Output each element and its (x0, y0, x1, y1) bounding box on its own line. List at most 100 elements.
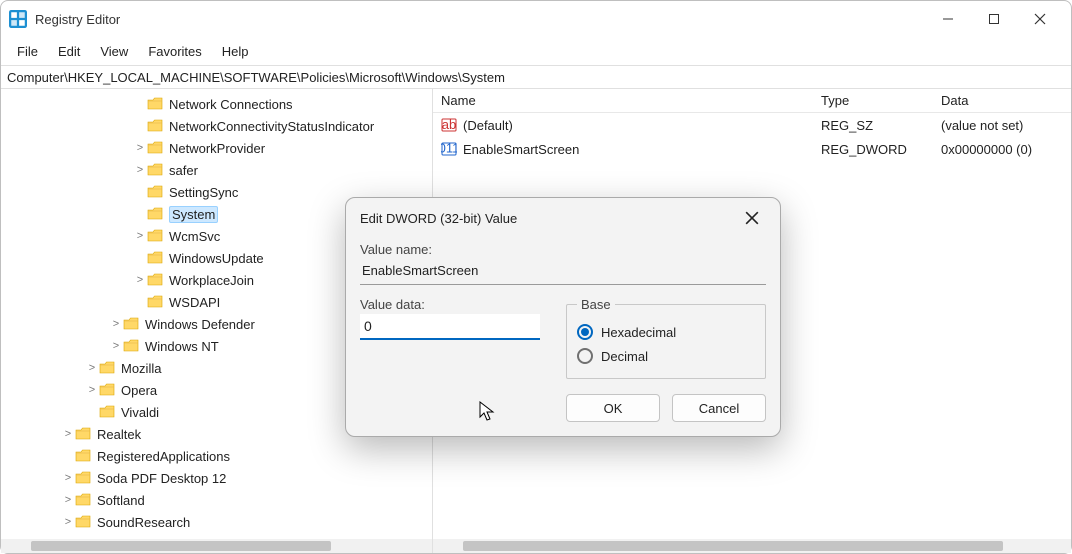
tree-item-label: Mozilla (121, 361, 161, 376)
folder-icon (147, 207, 163, 221)
value-row[interactable]: 011 EnableSmartScreen REG_DWORD0x00000000 … (433, 137, 1071, 161)
value-name-field[interactable]: EnableSmartScreen (360, 259, 766, 285)
tree-item-label: SoundResearch (97, 515, 190, 530)
chevron-right-icon[interactable]: > (61, 472, 75, 484)
chevron-right-icon[interactable]: > (109, 318, 123, 330)
tree-item-label: Realtek (97, 427, 141, 442)
minimize-button[interactable] (925, 5, 971, 33)
chevron-right-icon[interactable]: > (133, 230, 147, 242)
tree-item-label: Network Connections (169, 97, 293, 112)
scrollbar-thumb[interactable] (463, 541, 1003, 551)
folder-icon (147, 163, 163, 177)
folder-icon (75, 515, 91, 529)
folder-icon (147, 119, 163, 133)
column-name[interactable]: Name (433, 89, 813, 112)
chevron-right-icon[interactable]: > (61, 428, 75, 440)
folder-icon (147, 251, 163, 265)
value-name: EnableSmartScreen (463, 142, 579, 157)
column-data[interactable]: Data (933, 89, 1071, 112)
tree-item[interactable]: >Soda PDF Desktop 12 (1, 467, 432, 489)
folder-icon (147, 185, 163, 199)
svg-text:011: 011 (441, 141, 457, 156)
tree-item-label: Windows Defender (145, 317, 255, 332)
registry-editor-window: Registry Editor File Edit View Favorites… (0, 0, 1072, 554)
tree-item[interactable]: > SoundResearch (1, 511, 432, 533)
value-name-cell: 011 EnableSmartScreen (433, 141, 813, 157)
value-type: REG_SZ (813, 118, 933, 133)
tree-item-label: WorkplaceJoin (169, 273, 254, 288)
radio-hex-label: Hexadecimal (601, 325, 676, 340)
folder-icon (75, 493, 91, 507)
chevron-right-icon[interactable]: > (133, 164, 147, 176)
scrollbar-thumb[interactable] (31, 541, 331, 551)
chevron-right-icon[interactable]: > (133, 274, 147, 286)
tree-item[interactable]: RegisteredApplications (1, 445, 432, 467)
dialog-close-button[interactable] (738, 204, 766, 232)
column-type[interactable]: Type (813, 89, 933, 112)
tree-item-label: System (169, 206, 218, 223)
tree-item-label: Vivaldi (121, 405, 159, 420)
folder-icon (147, 273, 163, 287)
tree-item-label: safer (169, 163, 198, 178)
menubar: File Edit View Favorites Help (1, 37, 1071, 65)
radio-icon (577, 348, 593, 364)
folder-icon (123, 339, 139, 353)
menu-file[interactable]: File (7, 40, 48, 63)
folder-icon (99, 361, 115, 375)
tree-item-label: SettingSync (169, 185, 238, 200)
chevron-right-icon[interactable]: > (61, 494, 75, 506)
tree-item[interactable]: NetworkConnectivityStatusIndicator (1, 115, 432, 137)
value-row[interactable]: ab (Default) REG_SZ(value not set) (433, 113, 1071, 137)
menu-favorites[interactable]: Favorites (138, 40, 211, 63)
value-name-cell: ab (Default) (433, 117, 813, 133)
menu-edit[interactable]: Edit (48, 40, 90, 63)
value-type: REG_DWORD (813, 142, 933, 157)
folder-icon (147, 141, 163, 155)
cancel-button[interactable]: Cancel (672, 394, 766, 422)
maximize-button[interactable] (971, 5, 1017, 33)
menu-view[interactable]: View (90, 40, 138, 63)
address-bar[interactable]: Computer\HKEY_LOCAL_MACHINE\SOFTWARE\Pol… (1, 65, 1071, 89)
tree-item-label: Opera (121, 383, 157, 398)
base-group: Base Hexadecimal Decimal (566, 297, 766, 379)
chevron-right-icon[interactable]: > (85, 362, 99, 374)
reg-dword-icon: 011 (441, 141, 457, 157)
edit-dword-dialog: Edit DWORD (32-bit) Value Value name: En… (345, 197, 781, 437)
chevron-right-icon[interactable]: > (133, 142, 147, 154)
radio-decimal[interactable]: Decimal (577, 344, 755, 368)
folder-icon (123, 317, 139, 331)
tree-item-label: Windows NT (145, 339, 219, 354)
svg-text:ab: ab (442, 117, 456, 132)
tree-item-label: WSDAPI (169, 295, 220, 310)
folder-icon (147, 97, 163, 111)
tree-horizontal-scrollbar[interactable] (1, 539, 432, 553)
chevron-right-icon[interactable]: > (85, 384, 99, 396)
dialog-body: Value name: EnableSmartScreen Value data… (346, 238, 780, 384)
ok-button[interactable]: OK (566, 394, 660, 422)
tree-item-label: WindowsUpdate (169, 251, 264, 266)
value-data-label: Value data: (360, 297, 542, 312)
tree-item-label: RegisteredApplications (97, 449, 230, 464)
chevron-right-icon[interactable]: > (109, 340, 123, 352)
close-button[interactable] (1017, 5, 1063, 33)
value-name: (Default) (463, 118, 513, 133)
folder-icon (99, 383, 115, 397)
folder-icon (147, 295, 163, 309)
tree-item[interactable]: Network Connections (1, 93, 432, 115)
radio-icon (577, 324, 593, 340)
folder-icon (75, 471, 91, 485)
folder-icon (75, 427, 91, 441)
values-horizontal-scrollbar[interactable] (433, 539, 1071, 553)
menu-help[interactable]: Help (212, 40, 259, 63)
address-text: Computer\HKEY_LOCAL_MACHINE\SOFTWARE\Pol… (7, 70, 505, 85)
tree-item[interactable]: >Softland (1, 489, 432, 511)
chevron-right-icon[interactable]: > (61, 516, 75, 528)
titlebar: Registry Editor (1, 1, 1071, 37)
value-data-input[interactable] (360, 314, 540, 340)
tree-item[interactable]: > safer (1, 159, 432, 181)
value-data: (value not set) (933, 118, 1071, 133)
tree-item[interactable]: >NetworkProvider (1, 137, 432, 159)
value-data: 0x00000000 (0) (933, 142, 1071, 157)
radio-hexadecimal[interactable]: Hexadecimal (577, 320, 755, 344)
folder-icon (99, 405, 115, 419)
